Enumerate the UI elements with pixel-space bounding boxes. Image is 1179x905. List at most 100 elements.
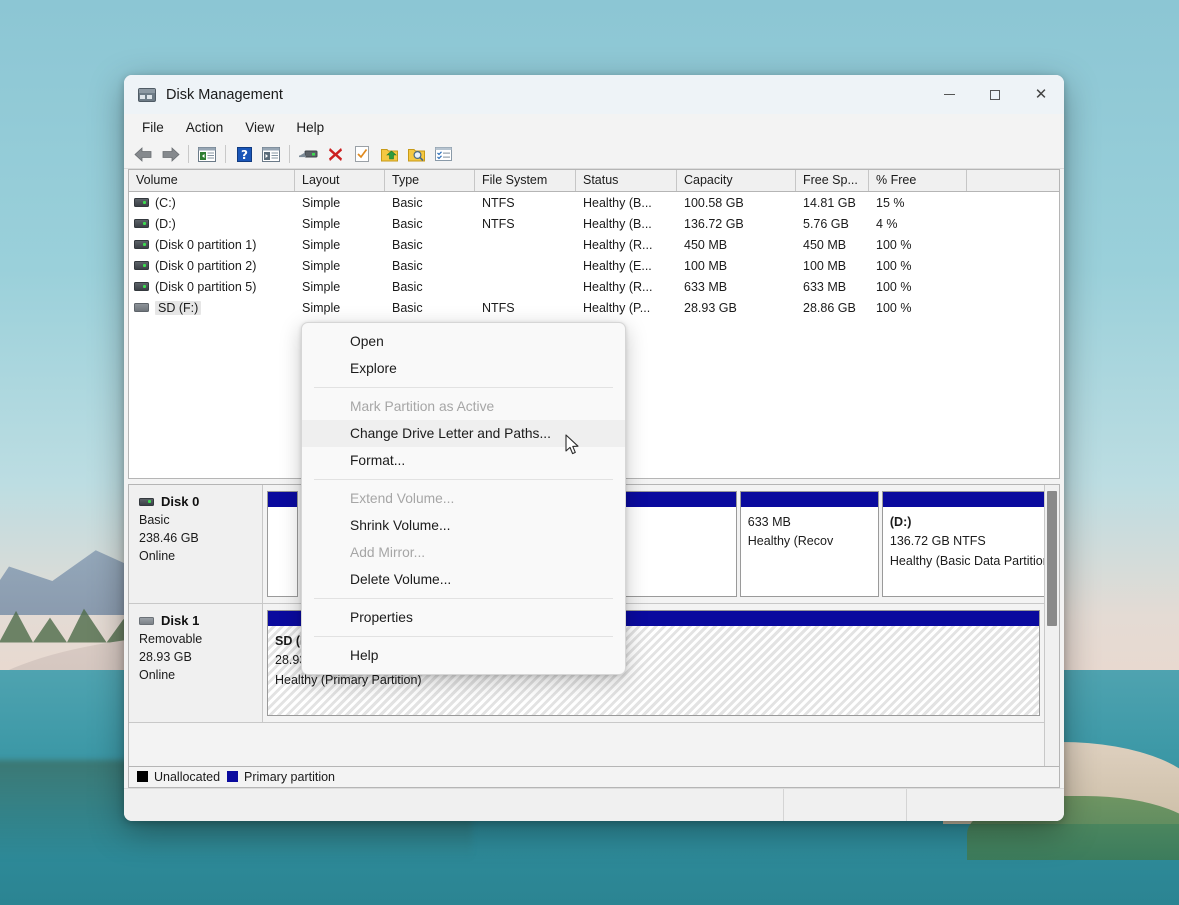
partition-block[interactable]: (D:)136.72 GB NTFSHealthy (Basic Data Pa… bbox=[882, 491, 1044, 597]
drive-icon bbox=[134, 198, 149, 207]
disk-info-panel[interactable]: Disk 1Removable28.93 GBOnline bbox=[129, 604, 263, 722]
table-row[interactable]: SD (F:)SimpleBasicNTFSHealthy (P...28.93… bbox=[129, 297, 1059, 318]
disk-name: Disk 1 bbox=[161, 613, 199, 628]
volume-label: (C:) bbox=[155, 196, 176, 210]
cell-type: Basic bbox=[385, 280, 475, 294]
table-row[interactable]: (Disk 0 partition 5)SimpleBasicHealthy (… bbox=[129, 276, 1059, 297]
cell-layout: Simple bbox=[295, 238, 385, 252]
column-header-volume[interactable]: Volume bbox=[129, 170, 295, 191]
column-header-layout[interactable]: Layout bbox=[295, 170, 385, 191]
status-segment-1 bbox=[124, 789, 784, 821]
partition-status: Healthy (Recov bbox=[748, 532, 871, 551]
options-icon[interactable] bbox=[430, 142, 456, 166]
context-menu-item-properties[interactable]: Properties bbox=[302, 604, 625, 631]
back-arrow-icon[interactable] bbox=[130, 142, 156, 166]
title-bar: Disk Management ✕ bbox=[124, 75, 1064, 114]
context-menu-item-explore[interactable]: Explore bbox=[302, 355, 625, 382]
legend-swatch-primary-partition bbox=[227, 771, 238, 782]
rescan-disks-icon[interactable] bbox=[295, 142, 321, 166]
show-action-pane-icon[interactable] bbox=[258, 142, 284, 166]
context-menu: OpenExploreMark Partition as ActiveChang… bbox=[301, 322, 626, 675]
cell-layout: Simple bbox=[295, 196, 385, 210]
volume-label: (Disk 0 partition 2) bbox=[155, 259, 256, 273]
vertical-scrollbar[interactable] bbox=[1044, 485, 1059, 766]
partition-color-bar bbox=[268, 492, 297, 507]
menu-action[interactable]: Action bbox=[176, 117, 234, 138]
cell-capacity: 633 MB bbox=[677, 280, 796, 294]
menu-view[interactable]: View bbox=[235, 117, 284, 138]
menu-help[interactable]: Help bbox=[286, 117, 334, 138]
legend-swatch-unallocated bbox=[137, 771, 148, 782]
forward-arrow-icon[interactable] bbox=[157, 142, 183, 166]
volume-list-header: Volume Layout Type File System Status Ca… bbox=[129, 170, 1059, 192]
context-menu-item-help[interactable]: Help bbox=[302, 642, 625, 669]
partition-color-bar bbox=[741, 492, 878, 507]
find-icon[interactable] bbox=[403, 142, 429, 166]
toolbar-separator bbox=[188, 145, 189, 163]
context-menu-item-delete-volume[interactable]: Delete Volume... bbox=[302, 566, 625, 593]
volume-label: SD (F:) bbox=[155, 301, 201, 315]
cell-pct: 100 % bbox=[869, 301, 967, 315]
cell-type: Basic bbox=[385, 259, 475, 273]
close-button[interactable]: ✕ bbox=[1018, 75, 1064, 114]
column-header-free-space[interactable]: Free Sp... bbox=[796, 170, 869, 191]
partition-block[interactable]: 633 MBHealthy (Recov bbox=[740, 491, 879, 597]
table-row[interactable]: (D:)SimpleBasicNTFSHealthy (B...136.72 G… bbox=[129, 213, 1059, 234]
svg-text:?: ? bbox=[241, 148, 248, 162]
disk-type: Removable bbox=[139, 632, 262, 646]
legend-bar: Unallocated Primary partition bbox=[128, 766, 1060, 788]
show-hide-console-tree-icon[interactable] bbox=[194, 142, 220, 166]
partition-color-bar bbox=[883, 492, 1044, 507]
maximize-button[interactable] bbox=[972, 75, 1018, 114]
cell-free: 28.86 GB bbox=[796, 301, 869, 315]
toolbar: ? bbox=[124, 140, 1064, 169]
cell-type: Basic bbox=[385, 238, 475, 252]
column-header-blank[interactable] bbox=[967, 170, 1059, 191]
cell-type: Basic bbox=[385, 196, 475, 210]
disk-name: Disk 0 bbox=[161, 494, 199, 509]
cell-status: Healthy (B... bbox=[576, 196, 677, 210]
partition-status: Healthy (Basic Data Partition) bbox=[890, 552, 1044, 571]
cell-status: Healthy (P... bbox=[576, 301, 677, 315]
scrollbar-thumb[interactable] bbox=[1047, 491, 1057, 626]
toolbar-separator bbox=[225, 145, 226, 163]
volume-list-body: (C:)SimpleBasicNTFSHealthy (B...100.58 G… bbox=[129, 192, 1059, 318]
drive-icon bbox=[134, 219, 149, 228]
cell-capacity: 450 MB bbox=[677, 238, 796, 252]
volume-cell: (Disk 0 partition 5) bbox=[129, 280, 295, 294]
legend-label-unallocated: Unallocated bbox=[154, 770, 220, 784]
delete-icon[interactable] bbox=[322, 142, 348, 166]
partition-title: (D:) bbox=[890, 515, 912, 529]
partition-block[interactable] bbox=[267, 491, 298, 597]
context-menu-item-open[interactable]: Open bbox=[302, 328, 625, 355]
cell-pct: 15 % bbox=[869, 196, 967, 210]
help-icon[interactable]: ? bbox=[231, 142, 257, 166]
partition-body bbox=[268, 507, 297, 596]
cell-fs: NTFS bbox=[475, 217, 576, 231]
toolbar-separator bbox=[289, 145, 290, 163]
column-header-percent-free[interactable]: % Free bbox=[869, 170, 967, 191]
menu-file[interactable]: File bbox=[132, 117, 174, 138]
properties-icon[interactable] bbox=[349, 142, 375, 166]
column-header-capacity[interactable]: Capacity bbox=[677, 170, 796, 191]
table-row[interactable]: (C:)SimpleBasicNTFSHealthy (B...100.58 G… bbox=[129, 192, 1059, 213]
cell-capacity: 100 MB bbox=[677, 259, 796, 273]
table-row[interactable]: (Disk 0 partition 1)SimpleBasicHealthy (… bbox=[129, 234, 1059, 255]
column-header-type[interactable]: Type bbox=[385, 170, 475, 191]
cell-type: Basic bbox=[385, 301, 475, 315]
minimize-button[interactable] bbox=[926, 75, 972, 114]
table-row[interactable]: (Disk 0 partition 2)SimpleBasicHealthy (… bbox=[129, 255, 1059, 276]
disk-management-icon bbox=[138, 88, 156, 102]
cell-free: 5.76 GB bbox=[796, 217, 869, 231]
cell-status: Healthy (B... bbox=[576, 217, 677, 231]
disk-size: 28.93 GB bbox=[139, 650, 262, 664]
cell-fs: NTFS bbox=[475, 196, 576, 210]
disk-info-panel[interactable]: Disk 0Basic238.46 GBOnline bbox=[129, 485, 263, 603]
window-title: Disk Management bbox=[166, 87, 283, 103]
status-bar bbox=[124, 788, 1064, 821]
column-header-status[interactable]: Status bbox=[576, 170, 677, 191]
volume-label: (Disk 0 partition 5) bbox=[155, 280, 256, 294]
column-header-file-system[interactable]: File System bbox=[475, 170, 576, 191]
context-menu-item-shrink-volume[interactable]: Shrink Volume... bbox=[302, 512, 625, 539]
export-list-icon[interactable] bbox=[376, 142, 402, 166]
